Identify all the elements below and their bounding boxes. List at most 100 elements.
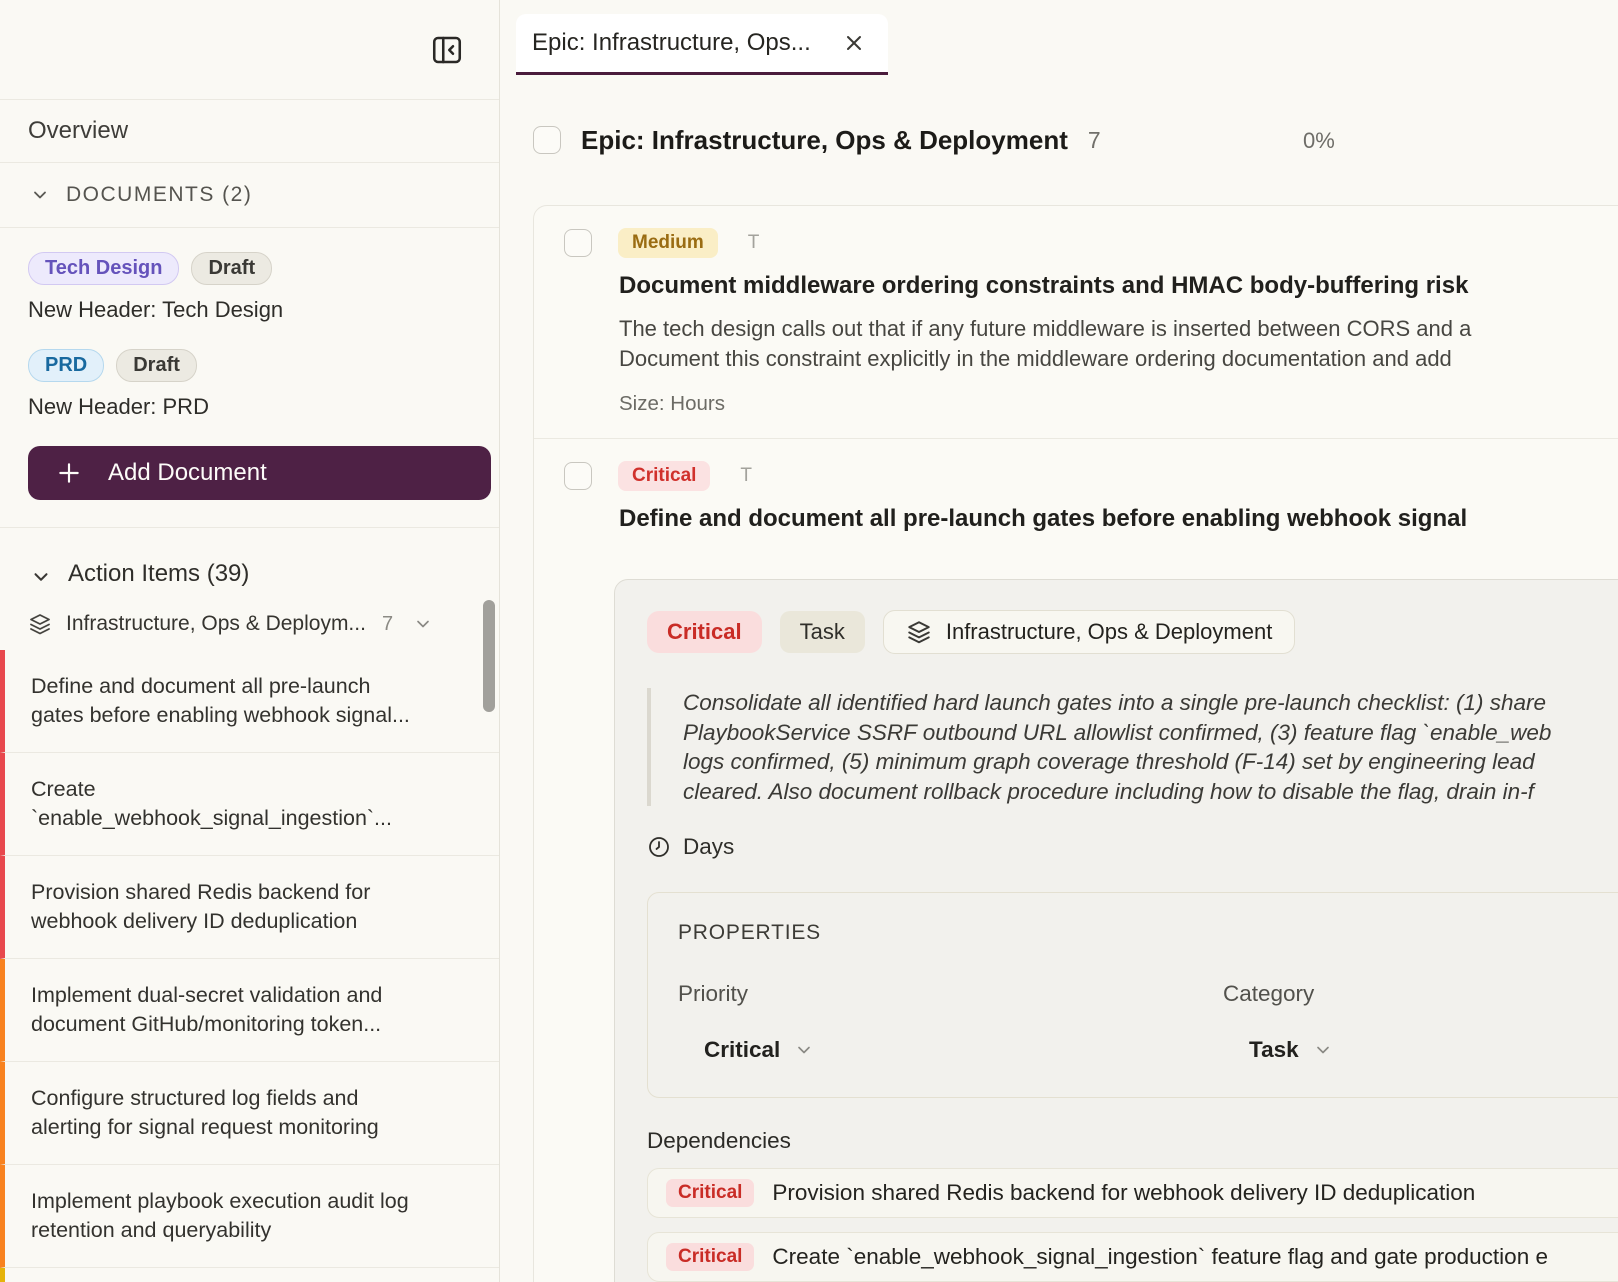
task-type-letter: T — [740, 465, 752, 487]
action-item-line: gates before enabling webhook signal... — [31, 701, 479, 731]
action-item[interactable]: Configure structured log fields and aler… — [0, 1062, 499, 1165]
dependency-title: Provision shared Redis backend for webho… — [772, 1180, 1475, 1206]
epic-progress: 0% — [1303, 128, 1335, 154]
detail-group-badge: Infrastructure, Ops & Deployment — [883, 610, 1295, 654]
add-document-button[interactable]: Add Document — [28, 446, 491, 500]
action-item-line: Implement dual-secret validation and — [31, 981, 479, 1011]
sidebar-topbar — [0, 0, 499, 100]
detail-description-line: PlaybookService SSRF outbound URL allowl… — [683, 718, 1618, 748]
task-row[interactable]: Critical T Define and document all pre-l… — [534, 439, 1618, 1282]
task-checkbox[interactable] — [564, 229, 592, 257]
tab-epic[interactable]: Epic: Infrastructure, Ops... — [516, 14, 888, 75]
dependencies-header: Dependencies — [647, 1128, 1618, 1154]
overview-label: Overview — [28, 117, 128, 145]
chevron-down-icon — [794, 1040, 814, 1060]
detail-description-line: cleared. Also document rollback procedur… — [683, 777, 1618, 807]
detail-priority-badge: Critical — [647, 611, 762, 653]
group-label: Infrastructure, Ops & Deploym... — [66, 612, 366, 636]
task-size: Size: Hours — [619, 392, 1618, 416]
documents-list: Tech Design Draft New Header: Tech Desig… — [0, 228, 499, 528]
add-document-label: Add Document — [108, 459, 267, 487]
task-title: Document middleware ordering constraints… — [619, 272, 1618, 300]
task-description-line: The tech design calls out that if any fu… — [619, 314, 1618, 344]
epic-checkbox[interactable] — [533, 126, 561, 154]
documents-section-header[interactable]: DOCUMENTS (2) — [0, 163, 499, 228]
action-items-header-label: Action Items (39) — [68, 560, 249, 588]
dependency-row[interactable]: Critical Create `enable_webhook_signal_i… — [647, 1232, 1618, 1282]
close-icon[interactable] — [842, 31, 866, 55]
category-select[interactable]: Task — [1249, 1037, 1333, 1063]
document-item[interactable]: Tech Design Draft New Header: Tech Desig… — [28, 252, 471, 323]
action-item-line: retention and queryability — [31, 1216, 479, 1246]
action-item-line: document GitHub/monitoring token... — [31, 1010, 479, 1040]
action-item-line: webhook delivery ID deduplication — [31, 907, 479, 937]
panel-collapse-icon — [429, 32, 465, 68]
priority-badge: Medium — [618, 228, 718, 258]
priority-select[interactable]: Critical — [704, 1037, 814, 1063]
action-item[interactable]: Implement dual-secret validation and doc… — [0, 959, 499, 1062]
sidebar-collapse-button[interactable] — [427, 30, 467, 70]
property-label: Category — [1223, 981, 1333, 1007]
dependency-row[interactable]: Critical Provision shared Redis backend … — [647, 1168, 1618, 1218]
detail-description: Consolidate all identified hard launch g… — [647, 688, 1618, 806]
action-items-section-header[interactable]: Action Items (39) — [0, 528, 499, 598]
chevron-down-icon — [1313, 1040, 1333, 1060]
task-type-letter: T — [748, 232, 760, 254]
action-item-line: alerting for signal request monitoring — [31, 1113, 479, 1143]
priority-select-value: Critical — [704, 1037, 780, 1063]
task-checkbox[interactable] — [564, 462, 592, 490]
category-select-value: Task — [1249, 1037, 1299, 1063]
document-title: New Header: Tech Design — [28, 297, 471, 323]
action-item-line: Configure structured log fields and — [31, 1084, 479, 1114]
epic-header: Epic: Infrastructure, Ops & Deployment 7… — [533, 125, 1618, 155]
epic-count: 7 — [1088, 127, 1101, 154]
dependency-priority-badge: Critical — [666, 1243, 754, 1271]
chevron-down-icon — [30, 566, 52, 588]
doc-type-badge: Tech Design — [28, 252, 179, 285]
action-item-line: Implement playbook execution audit log — [31, 1187, 479, 1217]
action-item-line: Create — [31, 775, 479, 805]
doc-type-badge: PRD — [28, 349, 104, 382]
app-screen: Overview DOCUMENTS (2) Tech Design Draft… — [0, 0, 1618, 1282]
documents-header-label: DOCUMENTS (2) — [66, 183, 252, 207]
priority-badge: Critical — [618, 461, 710, 491]
task-detail-card: Critical Task Infrastructure, Ops & Depl… — [614, 579, 1618, 1282]
action-item-line: Define and document all pre-launch — [31, 672, 479, 702]
group-count: 7 — [382, 613, 393, 636]
sidebar-item-overview[interactable]: Overview — [0, 100, 499, 163]
sidebar-scrollbar-thumb[interactable] — [483, 600, 495, 712]
layers-icon — [28, 612, 52, 636]
dependency-priority-badge: Critical — [666, 1179, 754, 1207]
doc-status-badge: Draft — [116, 349, 197, 382]
action-item-line: Provision shared Redis backend for — [31, 878, 479, 908]
action-item[interactable]: Create `enable_webhook_signal_ingestion`… — [0, 753, 499, 856]
task-row[interactable]: Medium T Document middleware ordering co… — [534, 206, 1618, 438]
sidebar: Overview DOCUMENTS (2) Tech Design Draft… — [0, 0, 500, 1282]
layers-icon — [906, 619, 932, 645]
action-item[interactable]: Provision shared Redis backend for webho… — [0, 856, 499, 959]
document-item[interactable]: PRD Draft New Header: PRD — [28, 349, 471, 420]
plus-icon — [56, 460, 82, 486]
action-item[interactable]: Implement playbook execution audit log r… — [0, 1165, 499, 1268]
clock-icon — [647, 835, 671, 859]
main-panel: Epic: Infrastructure, Ops... Epic: Infra… — [500, 0, 1618, 1282]
detail-size-row: Days — [647, 834, 1618, 860]
epic-title: Epic: Infrastructure, Ops & Deployment — [581, 125, 1068, 156]
property-label: Priority — [678, 981, 1223, 1007]
properties-header: PROPERTIES — [678, 921, 1618, 945]
action-item[interactable] — [0, 1268, 499, 1282]
detail-description-line: logs confirmed, (5) minimum graph covera… — [683, 747, 1618, 777]
task-list-card: Medium T Document middleware ordering co… — [533, 205, 1618, 1282]
task-description: The tech design calls out that if any fu… — [619, 314, 1618, 374]
detail-group-label: Infrastructure, Ops & Deployment — [946, 619, 1272, 645]
chevron-down-icon — [413, 614, 433, 634]
detail-description-line: Consolidate all identified hard launch g… — [683, 688, 1618, 718]
dependency-title: Create `enable_webhook_signal_ingestion`… — [772, 1244, 1548, 1270]
action-items-group-header[interactable]: Infrastructure, Ops & Deploym... 7 — [0, 598, 499, 650]
properties-box: PROPERTIES Priority Critical — [647, 892, 1618, 1098]
chevron-down-icon — [30, 185, 50, 205]
action-item-line: `enable_webhook_signal_ingestion`... — [31, 804, 479, 834]
tab-bar: Epic: Infrastructure, Ops... — [500, 0, 1618, 75]
action-item[interactable]: Define and document all pre-launch gates… — [0, 650, 499, 753]
task-title: Define and document all pre-launch gates… — [619, 505, 1618, 533]
